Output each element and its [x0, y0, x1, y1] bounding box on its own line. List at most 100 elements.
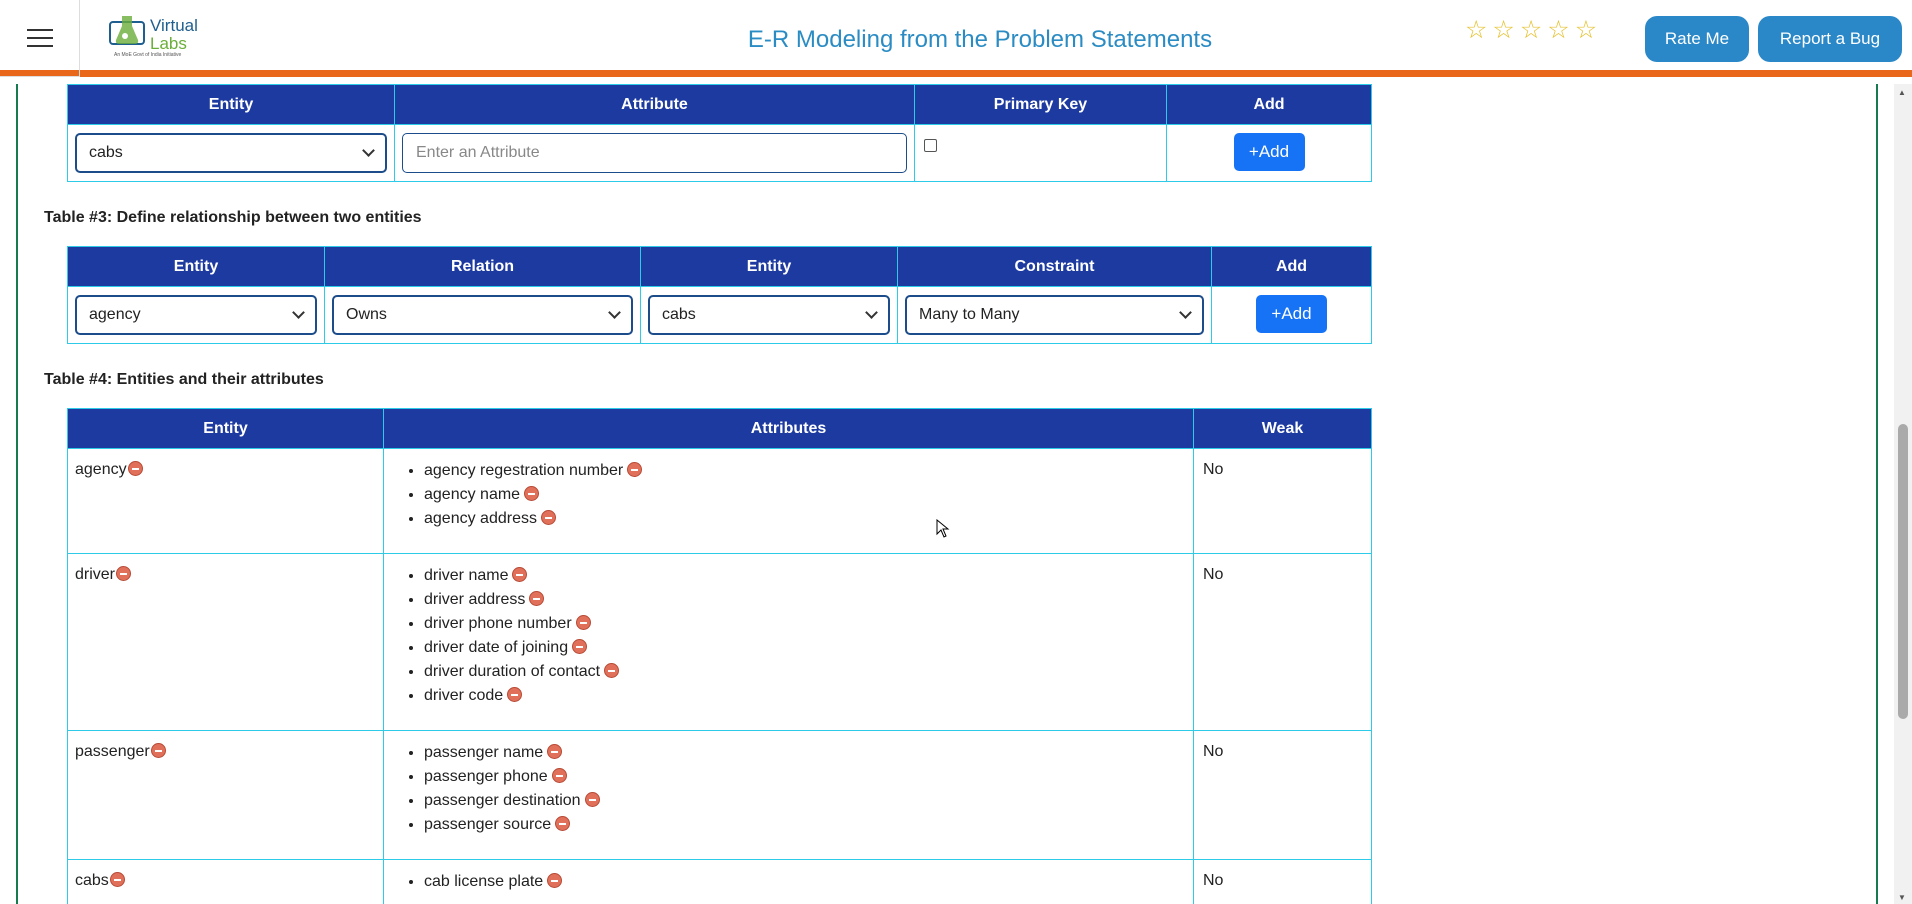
second-entity-select[interactable]: cabs [648, 295, 890, 335]
remove-attribute-icon[interactable] [584, 792, 600, 807]
remove-attribute-icon[interactable] [547, 744, 563, 759]
remove-attribute-icon[interactable] [529, 591, 545, 606]
entity-name: driver [75, 566, 116, 583]
table-row: agency Owns cabs Many to Many +Add [67, 286, 1372, 344]
entity-cell: cabs [67, 859, 384, 904]
constraint-select[interactable]: Many to Many [905, 295, 1204, 335]
chevron-down-icon [865, 306, 878, 319]
column-header: Entity [67, 84, 395, 125]
entity-cell: passenger [67, 730, 384, 860]
column-header: Primary Key [914, 84, 1167, 125]
report-bug-button[interactable]: Report a Bug [1758, 16, 1902, 62]
remove-attribute-icon[interactable] [540, 510, 556, 525]
remove-attribute-icon[interactable] [512, 567, 528, 582]
primary-key-checkbox[interactable] [924, 139, 937, 152]
list-item: driver address [424, 588, 1193, 612]
list-item: driver date of joining [424, 636, 1193, 660]
remove-attribute-icon[interactable] [547, 873, 563, 888]
column-header: Constraint [897, 246, 1212, 287]
menu-button[interactable] [0, 0, 80, 77]
second-entity-value: cabs [662, 306, 696, 323]
star-icon-2[interactable]: ☆ [1492, 18, 1514, 43]
remove-entity-icon[interactable] [127, 461, 143, 476]
attribute-name: driver date of joining [424, 639, 569, 656]
table-row: agency agency regestration number agency n… [67, 448, 1372, 554]
vertical-scrollbar[interactable]: ▲ ▼ [1894, 84, 1912, 904]
attribute-input[interactable]: Enter an Attribute [402, 133, 907, 173]
logo-text-labs: Labs [150, 34, 187, 53]
list-item: driver phone number [424, 612, 1193, 636]
list-item: agency name [424, 483, 1193, 507]
first-entity-value: agency [89, 306, 141, 323]
add-relationship-button[interactable]: +Add [1256, 295, 1327, 333]
rating-stars[interactable]: ☆ ☆ ☆ ☆ ☆ [1465, 18, 1597, 43]
attribute-name: driver duration of contact [424, 663, 601, 680]
attributes-cell: passenger name passenger phone passenger d… [383, 730, 1194, 860]
attribute-name: agency name [424, 486, 521, 503]
weak-cell: No [1193, 553, 1372, 731]
relationship-table: Entity Relation Entity Constraint Add ag… [67, 246, 1372, 344]
column-header: Entity [67, 246, 325, 287]
virtual-labs-logo[interactable]: Virtual Labs An MoE Govt of India Initia… [108, 12, 198, 62]
column-header: Attribute [394, 84, 915, 125]
column-header: Entity [640, 246, 898, 287]
remove-entity-icon[interactable] [150, 743, 166, 758]
star-icon-3[interactable]: ☆ [1520, 18, 1542, 43]
remove-entity-icon[interactable] [109, 872, 125, 887]
rate-me-button[interactable]: Rate Me [1645, 16, 1749, 62]
entity-select[interactable]: cabs [75, 133, 387, 173]
remove-entity-icon[interactable] [116, 566, 132, 581]
table-row: driver driver name driver address driver ph… [67, 553, 1372, 731]
chevron-down-icon [292, 306, 305, 319]
page-title: E-R Modeling from the Problem Statements [747, 26, 1213, 53]
remove-attribute-icon[interactable] [524, 486, 540, 501]
remove-attribute-icon[interactable] [551, 768, 567, 783]
list-item: passenger name [424, 741, 1193, 765]
remove-attribute-icon[interactable] [555, 816, 571, 831]
scroll-up-arrow-icon[interactable]: ▲ [1898, 88, 1906, 97]
weak-cell: No [1193, 448, 1372, 554]
relation-value: Owns [346, 306, 387, 323]
first-entity-select[interactable]: agency [75, 295, 317, 335]
remove-attribute-icon[interactable] [572, 639, 588, 654]
chevron-down-icon [608, 306, 621, 319]
column-header: Entity [67, 408, 384, 449]
star-icon-1[interactable]: ☆ [1465, 18, 1487, 43]
chevron-down-icon [1179, 306, 1192, 319]
logo-text-virtual: Virtual [150, 16, 198, 35]
list-item: agency regestration number [424, 459, 1193, 483]
entity-name: cabs [75, 872, 109, 889]
attribute-name: passenger destination [424, 792, 581, 809]
add-attribute-button[interactable]: +Add [1233, 133, 1305, 171]
content-area: Entity Attribute Primary Key Add cabs En… [16, 84, 1878, 904]
list-item: passenger destination [424, 789, 1193, 813]
column-header: Add [1211, 246, 1372, 287]
star-icon-4[interactable]: ☆ [1547, 18, 1569, 43]
entity-select-value: cabs [89, 144, 123, 161]
list-item: driver duration of contact [424, 660, 1193, 684]
app-header: Virtual Labs An MoE Govt of India Initia… [0, 0, 1912, 77]
attributes-cell: cab license plate [383, 859, 1194, 904]
remove-attribute-icon[interactable] [627, 462, 643, 477]
list-item: passenger source [424, 813, 1193, 837]
logo-tagline: An MoE Govt of India Initiative [114, 52, 182, 58]
remove-attribute-icon[interactable] [507, 687, 523, 702]
scroll-thumb[interactable] [1898, 424, 1908, 719]
column-header: Weak [1193, 408, 1372, 449]
entity-name: passenger [75, 743, 150, 760]
relation-select[interactable]: Owns [332, 295, 633, 335]
chevron-down-icon [362, 144, 375, 157]
table-header-row: Entity Relation Entity Constraint Add [67, 246, 1372, 287]
scroll-down-arrow-icon[interactable]: ▼ [1898, 893, 1906, 902]
list-item: driver code [424, 684, 1193, 708]
table-header-row: Entity Attributes Weak [67, 408, 1372, 449]
remove-attribute-icon[interactable] [604, 663, 620, 678]
attribute-list: passenger name passenger phone passenger d… [384, 731, 1193, 837]
attribute-name: driver code [424, 687, 504, 704]
star-icon-5[interactable]: ☆ [1575, 18, 1597, 43]
attribute-name: passenger name [424, 744, 544, 761]
remove-attribute-icon[interactable] [575, 615, 591, 630]
table-row: cabs cab license plate No [67, 859, 1372, 904]
weak-cell: No [1193, 859, 1372, 904]
table4-label: Table #4: Entities and their attributes [44, 371, 324, 388]
